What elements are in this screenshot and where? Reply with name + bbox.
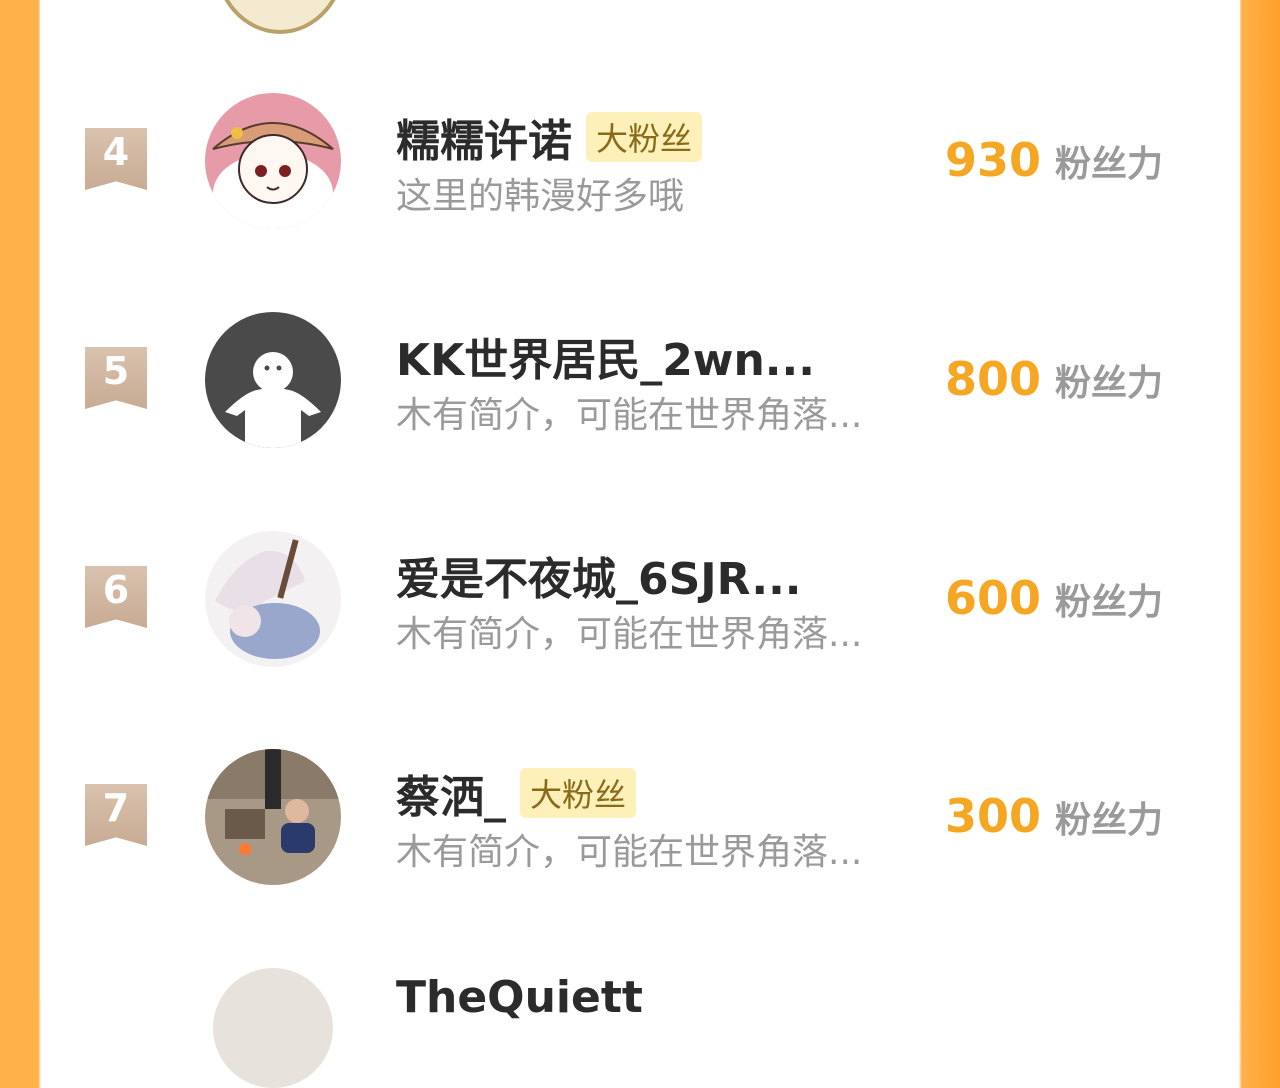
avatar-partial[interactable]	[213, 0, 347, 34]
list-item[interactable]: 6 爱是不夜城_6SJR... 木有简介，可能在世界角落... 600 粉丝力	[40, 531, 1240, 691]
user-bio: 木有简介，可能在世界角落...	[396, 832, 863, 873]
user-bio: 木有简介，可能在世界角落...	[396, 395, 863, 436]
default-user-avatar	[205, 312, 341, 448]
avatar[interactable]	[213, 968, 333, 1088]
anime-girl-avatar	[205, 93, 341, 229]
fan-power-unit: 粉丝力	[1055, 363, 1164, 404]
user-bio: 这里的韩漫好多哦	[396, 176, 685, 217]
fan-badge: 大粉丝	[586, 112, 703, 162]
list-item[interactable]: 7 蔡洒_ 大粉丝 木有简介，可能在世界角落... 300 粉丝力	[40, 749, 1240, 909]
fan-power-value: 930	[945, 133, 1042, 187]
photo-avatar	[205, 749, 341, 885]
rank-badge: 6	[85, 566, 147, 628]
user-name[interactable]: 爱是不夜城_6SJR...	[396, 543, 802, 607]
fan-ranking-panel: 4 糯糯许诺 大粉丝 这里的韩漫好多哦 930 粉丝力 5 KK世界居民_2wn…	[40, 0, 1240, 1088]
list-item[interactable]: 4 糯糯许诺 大粉丝 这里的韩漫好多哦 930 粉丝力	[40, 93, 1240, 253]
fan-power-unit: 粉丝力	[1055, 582, 1164, 623]
avatar[interactable]	[205, 93, 341, 229]
list-item[interactable]: 5 KK世界居民_2wn... 木有简介，可能在世界角落... 800 粉丝力	[40, 312, 1240, 472]
fan-power: 600 粉丝力	[945, 571, 1163, 625]
fan-badge: 大粉丝	[520, 768, 637, 818]
user-bio: 木有简介，可能在世界角落...	[396, 614, 863, 655]
user-name[interactable]: 蔡洒_	[396, 761, 506, 825]
avatar[interactable]	[205, 531, 341, 667]
user-name[interactable]: KK世界居民_2wn...	[396, 324, 815, 388]
avatar[interactable]	[205, 749, 341, 885]
fan-power-unit: 粉丝力	[1055, 144, 1164, 185]
fan-power-value: 300	[945, 789, 1042, 843]
fan-power-value: 800	[945, 352, 1042, 406]
rank-badge: 7	[85, 784, 147, 846]
rank-badge: 4	[85, 128, 147, 190]
fan-power: 930 粉丝力	[945, 133, 1163, 187]
fan-power: 800 粉丝力	[945, 352, 1163, 406]
fan-power: 300 粉丝力	[945, 789, 1163, 843]
fan-power-value: 600	[945, 571, 1042, 625]
rank-badge: 5	[85, 347, 147, 409]
avatar[interactable]	[205, 312, 341, 448]
user-name[interactable]: TheQuiett	[396, 972, 643, 1023]
fan-power-unit: 粉丝力	[1055, 800, 1164, 841]
illustration-avatar	[205, 531, 341, 667]
user-name[interactable]: 糯糯许诺	[396, 105, 572, 169]
